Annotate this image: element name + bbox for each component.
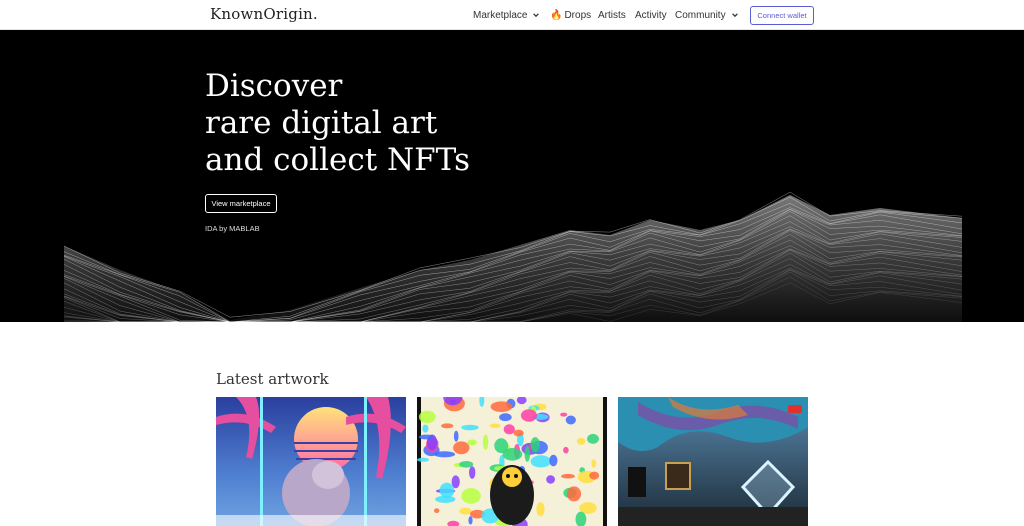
nav-drops[interactable]: 🔥 Drops (550, 0, 591, 30)
hero-mountain-artwork (63, 191, 963, 322)
nav-community-label: Community (675, 9, 726, 21)
hero-title-line: and collect NFTs (205, 142, 470, 178)
hero-title-line: rare digital art (205, 105, 438, 141)
nav-marketplace-label: Marketplace (473, 9, 528, 21)
nav-drops-label: Drops (564, 9, 592, 21)
page: KnownOrigin. Marketplace 🔥 Drops Artists… (0, 0, 1024, 526)
view-marketplace-button[interactable]: View marketplace (205, 194, 277, 213)
artwork-image (417, 397, 607, 526)
nav-marketplace[interactable]: Marketplace (473, 0, 540, 30)
artwork-card[interactable] (216, 397, 406, 526)
latest-artwork-heading: Latest artwork (216, 370, 329, 388)
hero-title: Discover rare digital art and collect NF… (205, 68, 470, 179)
artwork-image (618, 397, 808, 526)
nav-artists-label: Artists (598, 9, 626, 21)
artwork-image (216, 397, 406, 526)
hero-banner: Discover rare digital art and collect NF… (0, 30, 1024, 322)
nav-artists[interactable]: Artists (598, 0, 626, 30)
brand-logo[interactable]: KnownOrigin. (210, 5, 318, 23)
artwork-card[interactable] (417, 397, 607, 526)
chevron-down-icon (731, 13, 738, 18)
nav-community[interactable]: Community (675, 0, 739, 30)
flame-icon: 🔥 (550, 9, 563, 21)
nav-activity[interactable]: Activity (635, 0, 667, 30)
top-navbar: KnownOrigin. Marketplace 🔥 Drops Artists… (0, 0, 1024, 30)
nav-activity-label: Activity (635, 9, 667, 21)
hero-title-line: Discover (205, 68, 343, 104)
artwork-credit[interactable]: IDA by MABLAB (205, 224, 260, 233)
chevron-down-icon (533, 13, 540, 18)
artwork-card[interactable] (618, 397, 808, 526)
connect-wallet-button[interactable]: Connect wallet (750, 6, 814, 25)
